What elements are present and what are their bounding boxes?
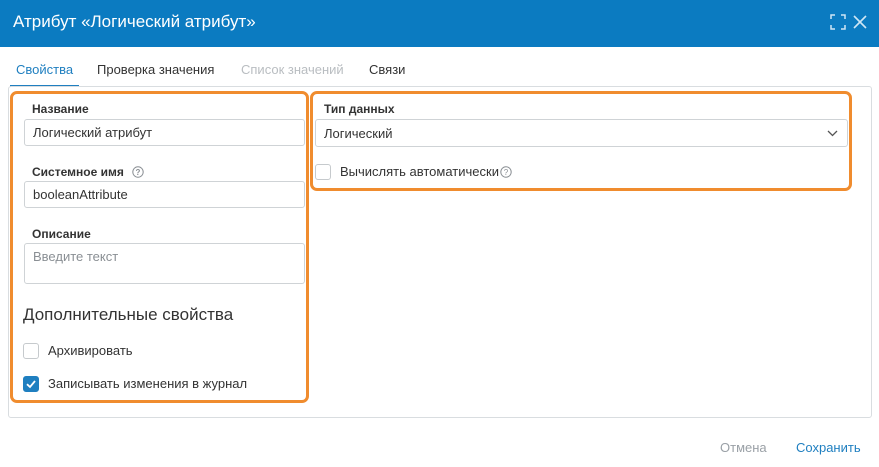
data-type-label: Тип данных — [324, 102, 395, 116]
archive-checkbox-row[interactable]: Архивировать — [23, 343, 223, 361]
log-changes-checkbox[interactable] — [23, 376, 39, 392]
auto-calc-checkbox-row[interactable]: Вычислять автоматически ? — [315, 164, 525, 182]
system-name-label-text: Системное имя — [32, 165, 124, 179]
help-icon[interactable]: ? — [132, 166, 144, 178]
auto-calc-checkbox[interactable] — [315, 164, 331, 180]
tab-value-validation[interactable]: Проверка значения — [97, 59, 214, 87]
chevron-down-icon — [827, 130, 838, 137]
close-icon[interactable] — [851, 13, 869, 31]
auto-calc-label: Вычислять автоматически ? — [340, 164, 512, 179]
help-icon[interactable]: ? — [500, 166, 512, 178]
svg-text:?: ? — [136, 168, 141, 177]
cancel-button[interactable]: Отмена — [720, 440, 767, 455]
save-button[interactable]: Сохранить — [796, 440, 861, 455]
dialog-titlebar: Атрибут «Логический атрибут» — [0, 0, 879, 47]
svg-text:?: ? — [504, 168, 509, 177]
additional-properties-title: Дополнительные свойства — [23, 305, 234, 324]
description-textarea[interactable]: Введите текст — [24, 243, 305, 284]
auto-calc-label-text: Вычислять автоматически — [340, 164, 499, 179]
name-input[interactable]: Логический атрибут — [24, 119, 305, 146]
tab-value-list: Список значений — [241, 62, 344, 77]
name-label: Название — [32, 102, 89, 116]
data-type-value: Логический — [324, 126, 393, 141]
log-changes-label: Записывать изменения в журнал — [48, 376, 248, 391]
data-type-select[interactable]: Логический — [315, 119, 848, 147]
system-name-input[interactable]: booleanAttribute — [24, 181, 305, 208]
description-label: Описание — [32, 227, 91, 241]
tab-relations[interactable]: Связи — [369, 59, 405, 87]
system-name-label: Системное имя ? — [32, 165, 144, 179]
dialog-title: Атрибут «Логический атрибут» — [13, 12, 256, 31]
tab-properties[interactable]: Свойства — [10, 59, 80, 87]
expand-icon[interactable] — [829, 13, 847, 31]
checkmark-icon — [26, 380, 36, 389]
archive-label: Архивировать — [48, 343, 133, 358]
archive-checkbox[interactable] — [23, 343, 39, 359]
log-changes-checkbox-row[interactable]: Записывать изменения в журнал — [23, 376, 293, 394]
